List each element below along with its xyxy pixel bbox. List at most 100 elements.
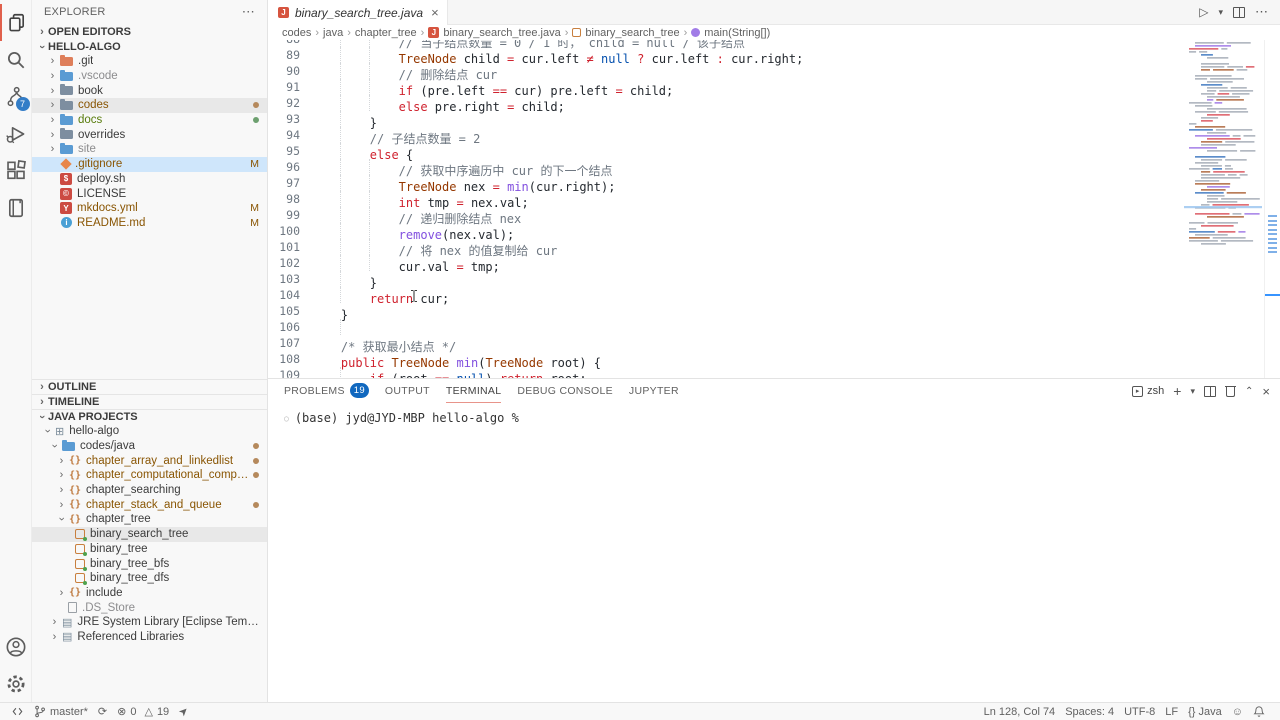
tree-item-binary_tree_dfs[interactable]: binary_tree_dfs — [32, 571, 267, 586]
tree-item-docs[interactable]: ›docs — [32, 113, 267, 128]
tree-item-deploy.sh[interactable]: $deploy.sh — [32, 172, 267, 187]
editor-line[interactable]: 101// 将 nex 的值复制给 cur — [268, 239, 1184, 255]
problems-status[interactable]: ⊗0△19 — [112, 703, 174, 720]
indentation[interactable]: Spaces: 4 — [1060, 703, 1119, 720]
editor-line[interactable]: 104return cur; — [268, 287, 1184, 303]
split-terminal-icon[interactable] — [1204, 386, 1216, 397]
cursor-position[interactable]: Ln 128, Col 74 — [979, 703, 1061, 720]
tree-item-site[interactable]: ›site — [32, 142, 267, 157]
tree-item-.gitignore[interactable]: .gitignoreM — [32, 157, 267, 172]
activity-account-icon[interactable] — [0, 628, 32, 665]
tree-item-chapter_stack_and_queue[interactable]: ›{}chapter_stack_and_queue — [32, 497, 267, 512]
panel-tab-output[interactable]: OUTPUT — [385, 379, 430, 403]
panel-tab-problems[interactable]: PROBLEMS19 — [284, 379, 369, 403]
run-dropdown-icon[interactable]: ▾ — [1218, 7, 1223, 18]
editor-line[interactable]: 102cur.val = tmp; — [268, 255, 1184, 271]
editor-line[interactable]: 98int tmp = nex.val; — [268, 191, 1184, 207]
activity-search-icon[interactable] — [0, 41, 32, 78]
language-mode[interactable]: {} Java — [1183, 703, 1227, 720]
panel-tab-terminal[interactable]: TERMINAL — [446, 379, 502, 403]
editor-line[interactable]: 88// 当子结点数量 = 0 / 1 时， child = null / 该子… — [268, 40, 1184, 47]
explorer-more-actions-icon[interactable]: ⋯ — [242, 4, 255, 20]
remote-indicator[interactable] — [6, 703, 29, 720]
activity-settings-icon[interactable] — [0, 665, 32, 702]
editor-line[interactable]: 93} — [268, 111, 1184, 127]
editor-line[interactable]: 92else pre.right = child; — [268, 95, 1184, 111]
terminal-dropdown-icon[interactable]: ▾ — [1190, 386, 1195, 397]
tree-item-referencedlibraries[interactable]: ›▤Referenced Libraries — [32, 630, 267, 645]
tree-item-book[interactable]: ›book — [32, 83, 267, 98]
notifications-bell-icon[interactable] — [1248, 703, 1270, 720]
tree-item-chapter_array_and_linkedlist[interactable]: ›{}chapter_array_and_linkedlist — [32, 453, 267, 468]
breadcrumb-mainstring[interactable]: main(String[]) — [691, 27, 770, 39]
activity-extensions-icon[interactable] — [0, 152, 32, 189]
tree-item-chapter_computational_complexity[interactable]: ›{}chapter_computational_complexity — [32, 468, 267, 483]
breadcrumb-binary_search_treejava[interactable]: Jbinary_search_tree.java — [428, 27, 560, 39]
editor-line[interactable]: 97TreeNode nex = min(cur.right); — [268, 175, 1184, 191]
editor-line[interactable]: 106 — [268, 319, 1184, 335]
minimap[interactable] — [1184, 40, 1264, 378]
open-editors-section[interactable]: › OPEN EDITORS — [32, 24, 267, 39]
close-tab-icon[interactable]: × — [431, 5, 439, 20]
editor-more-actions-icon[interactable]: ⋯ — [1255, 4, 1268, 20]
kill-terminal-icon[interactable] — [1225, 385, 1236, 397]
tree-item-binary_tree_bfs[interactable]: binary_tree_bfs — [32, 556, 267, 571]
panel-tab-debug-console[interactable]: DEBUG CONSOLE — [517, 379, 613, 403]
panel-tab-jupyter[interactable]: JUPYTER — [629, 379, 679, 403]
breadcrumb-chapter_tree[interactable]: chapter_tree — [355, 27, 417, 39]
activity-run-debug-icon[interactable] — [0, 115, 32, 152]
code-area[interactable]: 88// 当子结点数量 = 0 / 1 时， child = null / 该子… — [268, 40, 1184, 378]
editor-line[interactable]: 95else { — [268, 143, 1184, 159]
editor-line[interactable]: 105} — [268, 303, 1184, 319]
tree-item-binary_search_tree[interactable]: binary_search_tree — [32, 527, 267, 542]
git-branch-status[interactable]: master* — [29, 703, 93, 720]
java-status-icon[interactable]: ➤ — [174, 703, 193, 720]
breadcrumb-java[interactable]: java — [323, 27, 343, 39]
activity-source-control-icon[interactable]: 7 — [0, 78, 32, 115]
root-folder-section[interactable]: › HELLO-ALGO — [32, 39, 267, 54]
tree-item-binary_tree[interactable]: binary_tree — [32, 542, 267, 557]
tree-item-mkdocs.yml[interactable]: Ymkdocs.ymlM — [32, 201, 267, 216]
editor-line[interactable]: 94// 子结点数量 = 2 — [268, 127, 1184, 143]
editor-line[interactable]: 90// 删除结点 cur — [268, 63, 1184, 79]
tree-item-license[interactable]: ©LICENSE — [32, 186, 267, 201]
editor-line[interactable]: 89TreeNode child = cur.left ≠ null ? cur… — [268, 47, 1184, 63]
new-terminal-button[interactable]: + — [1173, 383, 1181, 399]
tree-item-readme.md[interactable]: iREADME.mdM — [32, 216, 267, 231]
activity-notebook-icon[interactable] — [0, 189, 32, 226]
overview-ruler[interactable] — [1264, 40, 1280, 378]
editor-line[interactable]: 108public TreeNode min(TreeNode root) { — [268, 351, 1184, 367]
tree-item-hello-algo[interactable]: ›⊞hello-algo — [32, 424, 267, 439]
editor-line[interactable]: 91if (pre.left == cur) pre.left = child; — [268, 79, 1184, 95]
tree-item-.ds_store[interactable]: .DS_Store — [32, 600, 267, 615]
timeline-section[interactable]: › TIMELINE — [32, 394, 267, 409]
sync-changes-button[interactable]: ⟳ — [93, 703, 112, 720]
tree-item-overrides[interactable]: ›overrides — [32, 127, 267, 142]
maximize-panel-icon[interactable]: ⌃ — [1245, 386, 1253, 397]
breadcrumb-binary_search_tree[interactable]: binary_search_tree — [572, 27, 679, 39]
run-java-button[interactable]: ▷ — [1199, 5, 1208, 19]
tree-item-.git[interactable]: ›.git — [32, 54, 267, 69]
editor-line[interactable]: 96// 获取中序遍历中 cur 的下一个结点 — [268, 159, 1184, 175]
terminal[interactable]: ○ (base) jyd@JYD-MBP hello-algo % — [268, 403, 1280, 702]
close-panel-icon[interactable]: × — [1262, 384, 1270, 399]
activity-explorer-icon[interactable] — [0, 4, 32, 41]
eol[interactable]: LF — [1160, 703, 1183, 720]
tree-item-.vscode[interactable]: ›.vscode — [32, 69, 267, 84]
outline-section[interactable]: › OUTLINE — [32, 379, 267, 394]
tree-item-chapter_searching[interactable]: ›{}chapter_searching — [32, 483, 267, 498]
tab-binary-search-tree[interactable]: J binary_search_tree.java × — [268, 0, 448, 25]
editor-line[interactable]: 103} — [268, 271, 1184, 287]
code-editor[interactable]: 88// 当子结点数量 = 0 / 1 时， child = null / 该子… — [268, 40, 1280, 378]
editor-line[interactable]: 100remove(nex.val); — [268, 223, 1184, 239]
encoding[interactable]: UTF-8 — [1119, 703, 1160, 720]
editor-line[interactable]: 99// 递归删除结点 nex — [268, 207, 1184, 223]
breadcrumb-codes[interactable]: codes — [282, 27, 311, 39]
feedback-icon[interactable]: ☺ — [1227, 703, 1248, 720]
split-editor-icon[interactable] — [1233, 7, 1245, 18]
tree-item-include[interactable]: ›{}include — [32, 586, 267, 601]
tree-item-codesjava[interactable]: ›codes/java — [32, 439, 267, 454]
editor-line[interactable]: 109if (root == null) return root; — [268, 367, 1184, 378]
tree-item-codes[interactable]: ›codes — [32, 98, 267, 113]
tree-item-chapter_tree[interactable]: ›{}chapter_tree — [32, 512, 267, 527]
